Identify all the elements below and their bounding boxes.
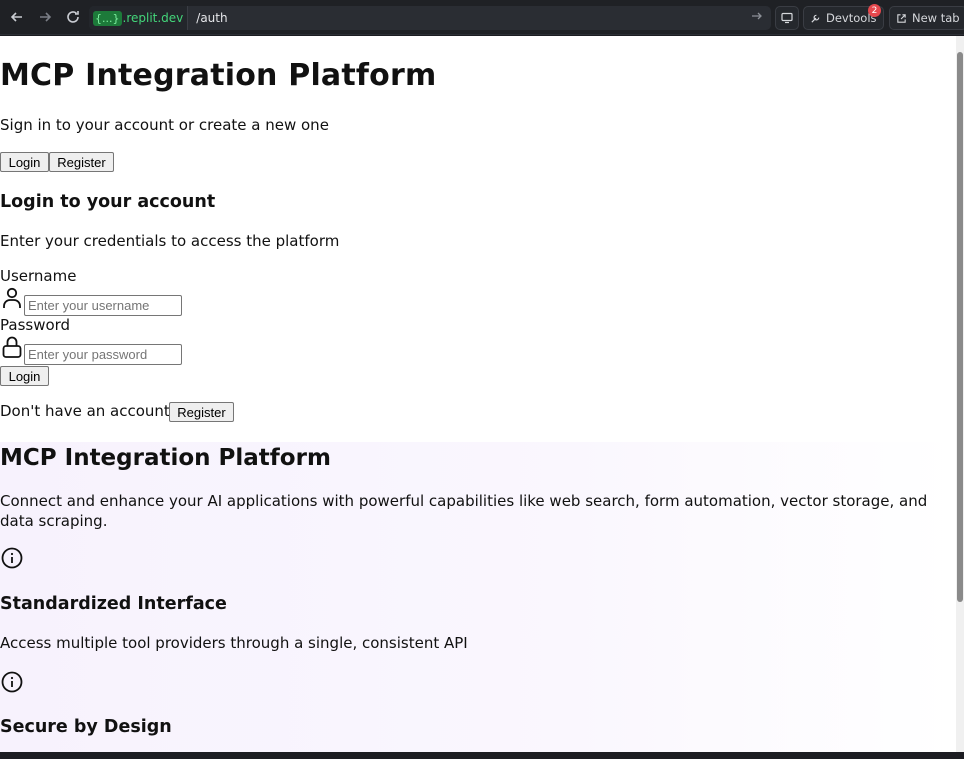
lock-icon xyxy=(2,336,22,358)
username-label: Username xyxy=(0,267,77,285)
bottom-edge xyxy=(0,752,964,759)
feature-description: Access multiple tool providers through a… xyxy=(0,634,468,652)
info-icon xyxy=(1,547,23,569)
username-input[interactable] xyxy=(24,295,182,316)
page-subtitle: Sign in to your account or create a new … xyxy=(0,116,329,134)
password-input[interactable] xyxy=(24,344,182,365)
no-account-text: Don't have an account? xyxy=(0,402,178,420)
new-tab-button[interactable]: New tab xyxy=(889,6,964,30)
devtools-count-badge: 2 xyxy=(868,4,881,17)
devtools-button[interactable]: Devtools 2 xyxy=(803,4,884,30)
login-submit-button[interactable]: Login xyxy=(0,366,49,386)
monitor-icon xyxy=(781,12,793,24)
login-description: Enter your credentials to access the pla… xyxy=(0,232,340,250)
domain-badge: {...} xyxy=(93,10,122,26)
domain-chip[interactable]: {...} .replit.dev xyxy=(89,6,189,30)
info-icon xyxy=(1,671,23,693)
scrollbar-thumb[interactable] xyxy=(957,52,963,602)
reload-icon[interactable] xyxy=(62,6,84,28)
features-section: MCP Integration Platform Connect and enh… xyxy=(0,442,956,752)
device-preview-button[interactable] xyxy=(775,6,799,30)
domain-text: .replit.dev xyxy=(122,11,184,25)
new-tab-label: New tab xyxy=(912,11,960,25)
url-path[interactable]: /auth xyxy=(196,11,227,25)
browser-toolbar: {...} .replit.dev /auth Devtools 2 New t… xyxy=(0,0,964,35)
address-bar[interactable]: {...} .replit.dev /auth xyxy=(89,6,771,30)
page-title: MCP Integration Platform xyxy=(0,58,437,93)
wrench-icon xyxy=(811,14,820,23)
page-viewport: MCP Integration Platform Sign in to your… xyxy=(0,36,956,752)
external-link-icon xyxy=(897,13,906,23)
user-icon xyxy=(3,287,21,308)
login-heading: Login to your account xyxy=(0,192,216,212)
forward-icon[interactable] xyxy=(34,6,56,28)
features-description: Connect and enhance your AI applications… xyxy=(0,492,928,530)
feature-title: Secure by Design xyxy=(0,717,172,737)
page-scrollbar[interactable] xyxy=(956,36,964,752)
go-arrow-icon[interactable] xyxy=(751,10,763,26)
features-heading: MCP Integration Platform xyxy=(0,445,331,471)
tab-register[interactable]: Register xyxy=(49,152,114,172)
feature-title: Standardized Interface xyxy=(0,594,227,614)
tab-login[interactable]: Login xyxy=(0,152,49,172)
register-link-button[interactable]: Register xyxy=(169,402,234,422)
password-label: Password xyxy=(0,316,71,334)
back-icon[interactable] xyxy=(6,6,28,28)
